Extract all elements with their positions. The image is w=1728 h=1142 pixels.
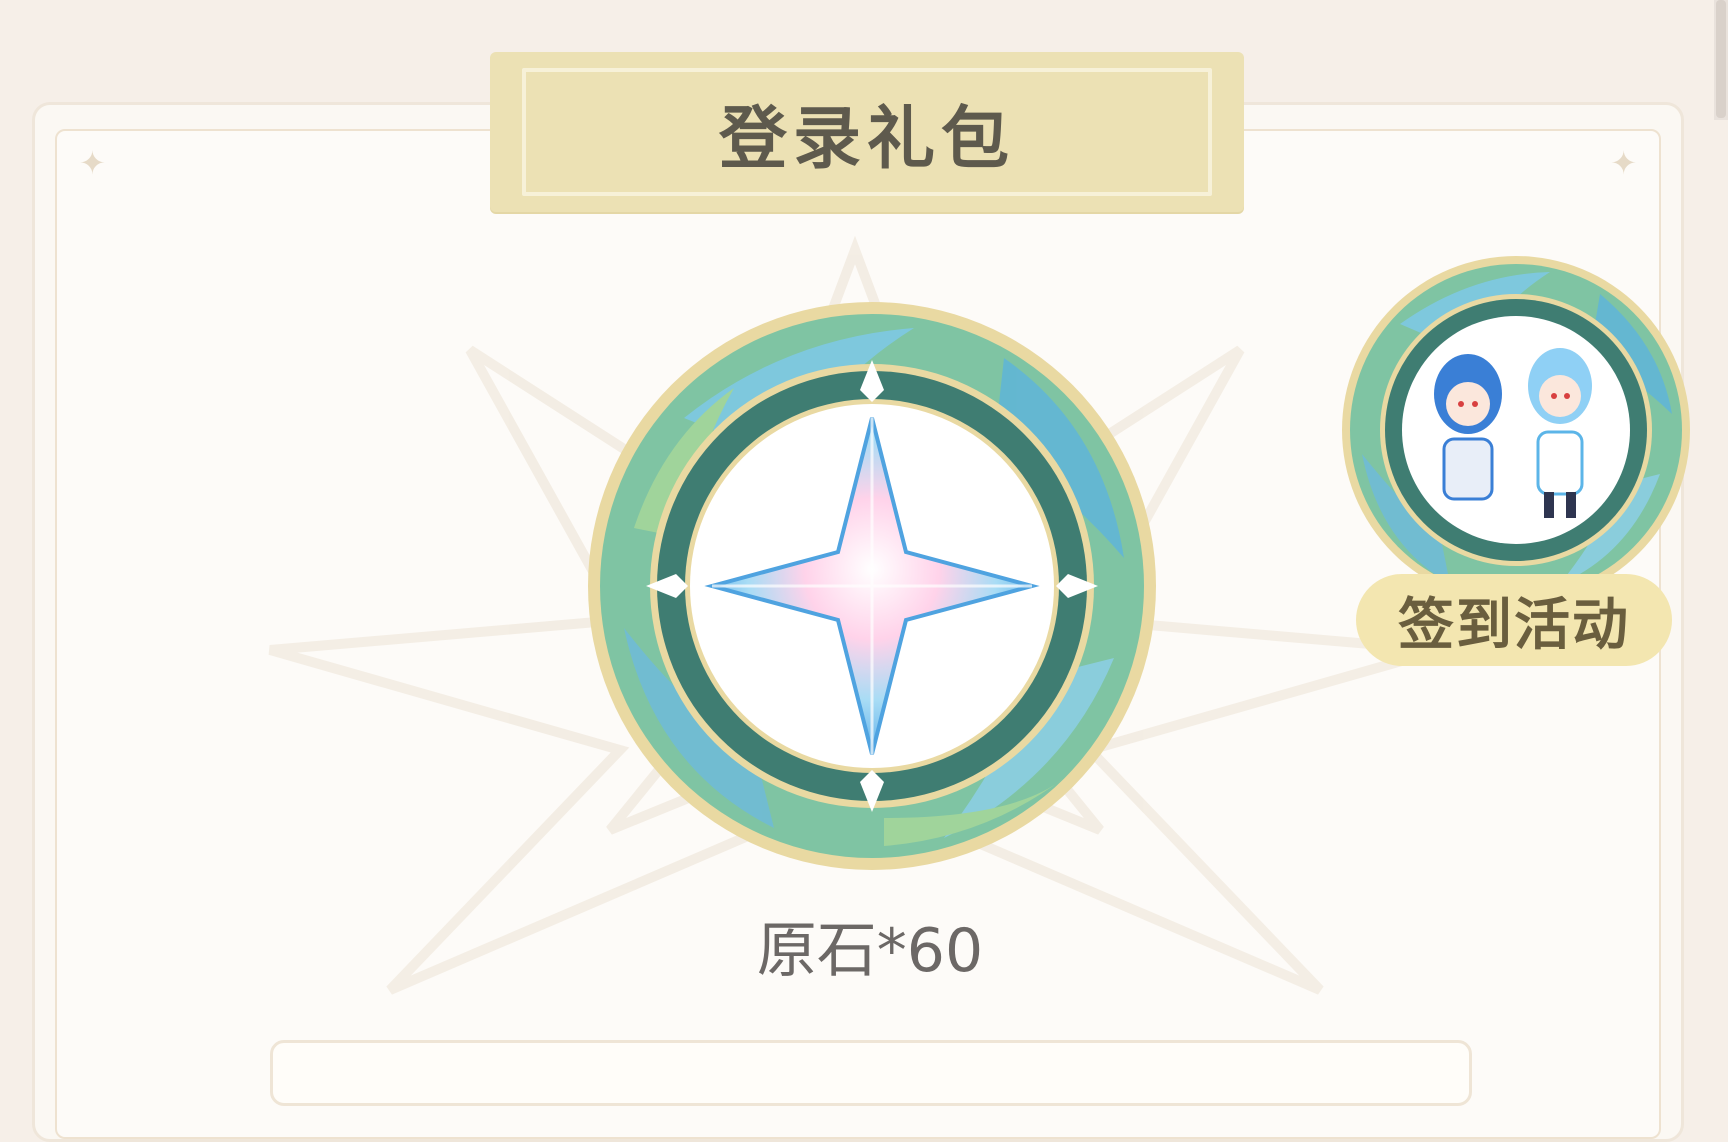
page-title: 登录礼包 [718, 99, 1015, 179]
bottom-card [270, 1040, 1472, 1106]
checkin-label-pill: 签到活动 [1356, 574, 1672, 666]
checkin-label: 签到活动 [1398, 592, 1630, 658]
scrollbar[interactable] [1714, 0, 1728, 120]
corner-sparkle-icon: ✦ [1610, 144, 1637, 182]
reward-quantity-label: 原石*60 [756, 916, 984, 986]
chibi-characters-icon [1342, 256, 1690, 604]
primogem-reward-medal[interactable] [584, 298, 1160, 874]
scrollbar-thumb[interactable] [1716, 0, 1726, 118]
checkin-event-button[interactable]: 签到活动 [1336, 254, 1696, 674]
corner-sparkle-icon: ✦ [79, 144, 106, 182]
title-banner-inner: 登录礼包 [522, 68, 1212, 196]
title-banner: 登录礼包 [490, 52, 1244, 212]
